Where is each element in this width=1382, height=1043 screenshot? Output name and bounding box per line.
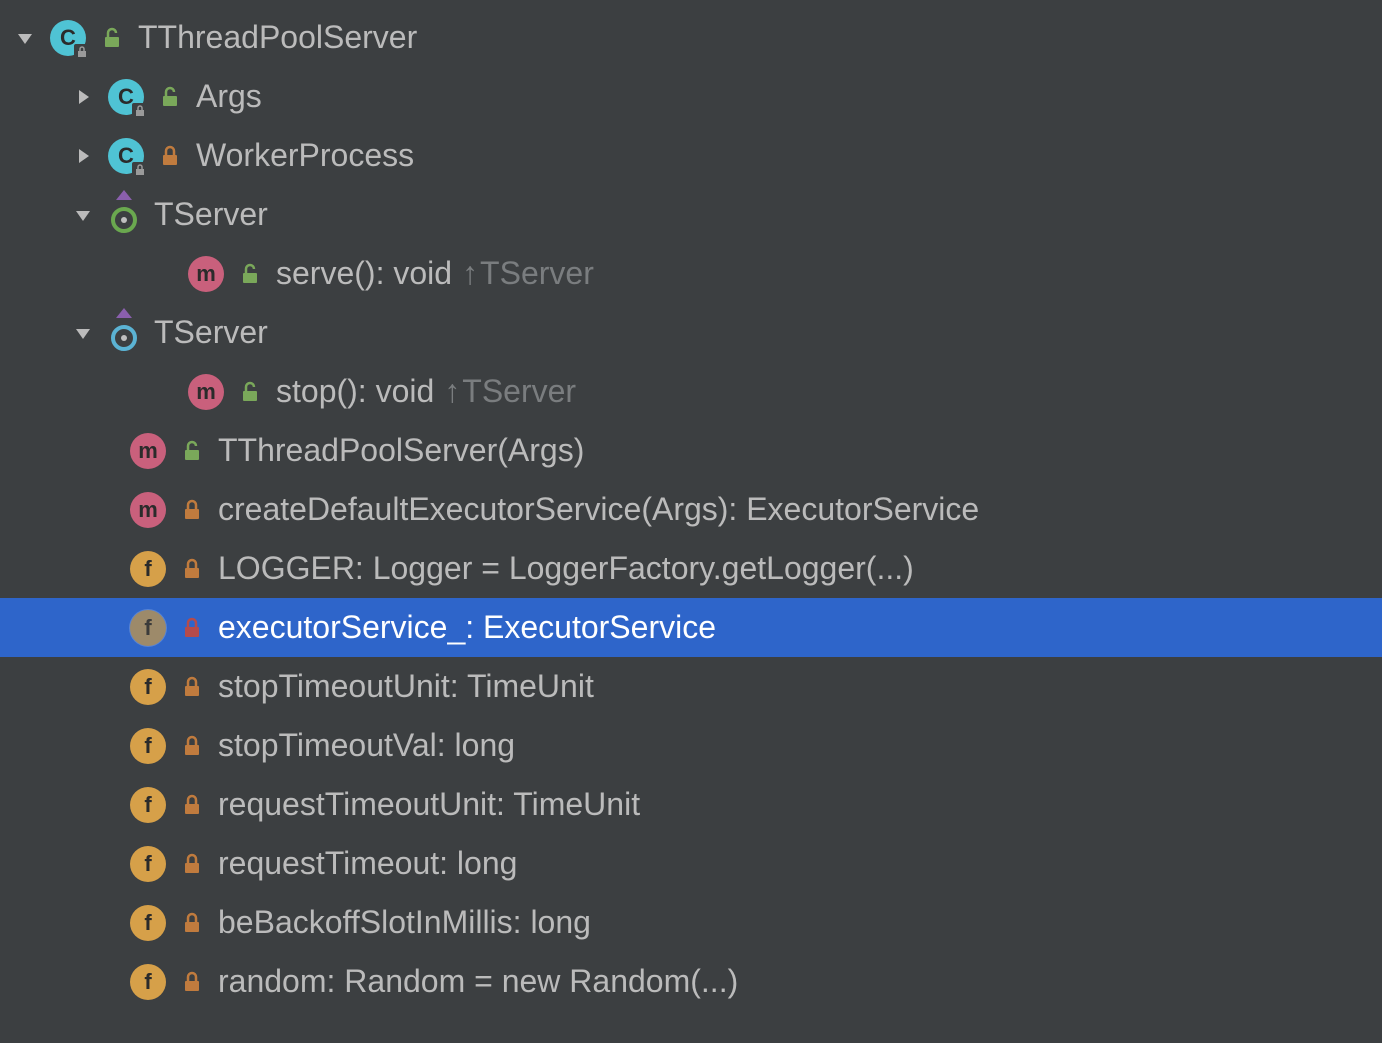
node-label: serve(): void — [276, 255, 452, 292]
private-lock-icon — [180, 793, 204, 817]
method-icon: m — [128, 431, 168, 471]
tree-node-field[interactable]: f requestTimeout: long — [0, 834, 1382, 893]
tree-node-class[interactable]: C WorkerProcess — [0, 126, 1382, 185]
expand-arrow-down-icon[interactable] — [70, 320, 96, 346]
tree-node-field-selected[interactable]: f executorService_: ExecutorService — [0, 598, 1382, 657]
private-lock-icon — [180, 675, 204, 699]
final-pin-overlay-icon — [126, 783, 144, 801]
static-overlay-icon — [104, 101, 122, 119]
override-anchor-icon — [106, 315, 142, 351]
static-overlay-icon — [126, 514, 144, 532]
tree-node-field[interactable]: f stopTimeoutUnit: TimeUnit — [0, 657, 1382, 716]
method-icon: m — [186, 254, 226, 294]
static-overlay-icon — [104, 160, 122, 178]
inherited-from-label: TServer — [444, 373, 576, 410]
field-icon: f — [128, 608, 168, 648]
field-icon: f — [128, 962, 168, 1002]
tree-node-method[interactable]: m stop(): void TServer — [0, 362, 1382, 421]
public-lock-icon — [238, 262, 262, 286]
tree-node-constructor[interactable]: m TThreadPoolServer(Args) — [0, 421, 1382, 480]
public-lock-icon — [180, 439, 204, 463]
tree-node-override-group[interactable]: TServer — [0, 185, 1382, 244]
field-icon: f — [128, 785, 168, 825]
tree-node-field[interactable]: f requestTimeoutUnit: TimeUnit — [0, 775, 1382, 834]
node-label: TServer — [154, 314, 268, 351]
node-label: stop(): void — [276, 373, 434, 410]
node-label: executorService_: ExecutorService — [218, 609, 716, 646]
private-lock-icon — [180, 557, 204, 581]
expand-arrow-right-icon[interactable] — [70, 84, 96, 110]
expand-arrow-down-icon[interactable] — [70, 202, 96, 228]
final-overlay-icon — [132, 162, 148, 178]
node-label: LOGGER: Logger = LoggerFactory.getLogger… — [218, 550, 914, 587]
tree-node-override-group[interactable]: TServer — [0, 303, 1382, 362]
field-icon: f — [128, 903, 168, 943]
class-icon: C — [106, 136, 146, 176]
private-lock-icon — [180, 498, 204, 522]
node-label: TServer — [154, 196, 268, 233]
tree-node-field[interactable]: f beBackoffSlotInMillis: long — [0, 893, 1382, 952]
node-label: beBackoffSlotInMillis: long — [218, 904, 591, 941]
field-icon: f — [128, 844, 168, 884]
field-icon: f — [128, 667, 168, 707]
node-label: WorkerProcess — [196, 137, 414, 174]
final-overlay-icon — [74, 44, 90, 60]
node-label: TThreadPoolServer — [138, 19, 417, 56]
class-icon: C — [48, 18, 88, 58]
tree-node-field[interactable]: f random: Random = new Random(...) — [0, 952, 1382, 1011]
tree-node-method[interactable]: m serve(): void TServer — [0, 244, 1382, 303]
private-lock-icon — [180, 911, 204, 935]
final-overlay-icon — [132, 103, 148, 119]
final-pin-overlay-icon — [126, 724, 144, 742]
tree-node-field[interactable]: f stopTimeoutVal: long — [0, 716, 1382, 775]
node-label: requestTimeout: long — [218, 845, 517, 882]
node-label: stopTimeoutUnit: TimeUnit — [218, 668, 594, 705]
final-pin-overlay-icon — [126, 547, 144, 565]
tree-node-method[interactable]: m createDefaultExecutorService(Args): Ex… — [0, 480, 1382, 539]
tree-node-class[interactable]: C TThreadPoolServer — [0, 8, 1382, 67]
public-lock-icon — [100, 26, 124, 50]
node-label: Args — [196, 78, 262, 115]
node-label: TThreadPoolServer(Args) — [218, 432, 584, 469]
static-overlay-icon — [126, 573, 144, 591]
expand-arrow-right-icon[interactable] — [70, 143, 96, 169]
node-label: createDefaultExecutorService(Args): Exec… — [218, 491, 979, 528]
private-lock-icon — [180, 970, 204, 994]
field-icon: f — [128, 549, 168, 589]
field-icon: f — [128, 726, 168, 766]
node-label: stopTimeoutVal: long — [218, 727, 515, 764]
class-icon: C — [106, 77, 146, 117]
method-icon: m — [128, 490, 168, 530]
private-lock-icon — [158, 144, 182, 168]
method-icon: m — [186, 372, 226, 412]
tree-node-field[interactable]: f LOGGER: Logger = LoggerFactory.getLogg… — [0, 539, 1382, 598]
private-lock-icon — [180, 616, 204, 640]
private-lock-icon — [180, 852, 204, 876]
inherited-from-label: TServer — [462, 255, 594, 292]
expand-arrow-down-icon[interactable] — [12, 25, 38, 51]
tree-node-class[interactable]: C Args — [0, 67, 1382, 126]
final-pin-overlay-icon — [126, 842, 144, 860]
override-anchor-icon — [106, 197, 142, 233]
final-pin-overlay-icon — [126, 665, 144, 683]
private-lock-icon — [180, 734, 204, 758]
structure-tree: C TThreadPoolServer C Args — [0, 0, 1382, 1011]
public-lock-icon — [238, 380, 262, 404]
final-pin-overlay-icon — [126, 901, 144, 919]
node-label: requestTimeoutUnit: TimeUnit — [218, 786, 640, 823]
node-label: random: Random = new Random(...) — [218, 963, 738, 1000]
public-lock-icon — [158, 85, 182, 109]
